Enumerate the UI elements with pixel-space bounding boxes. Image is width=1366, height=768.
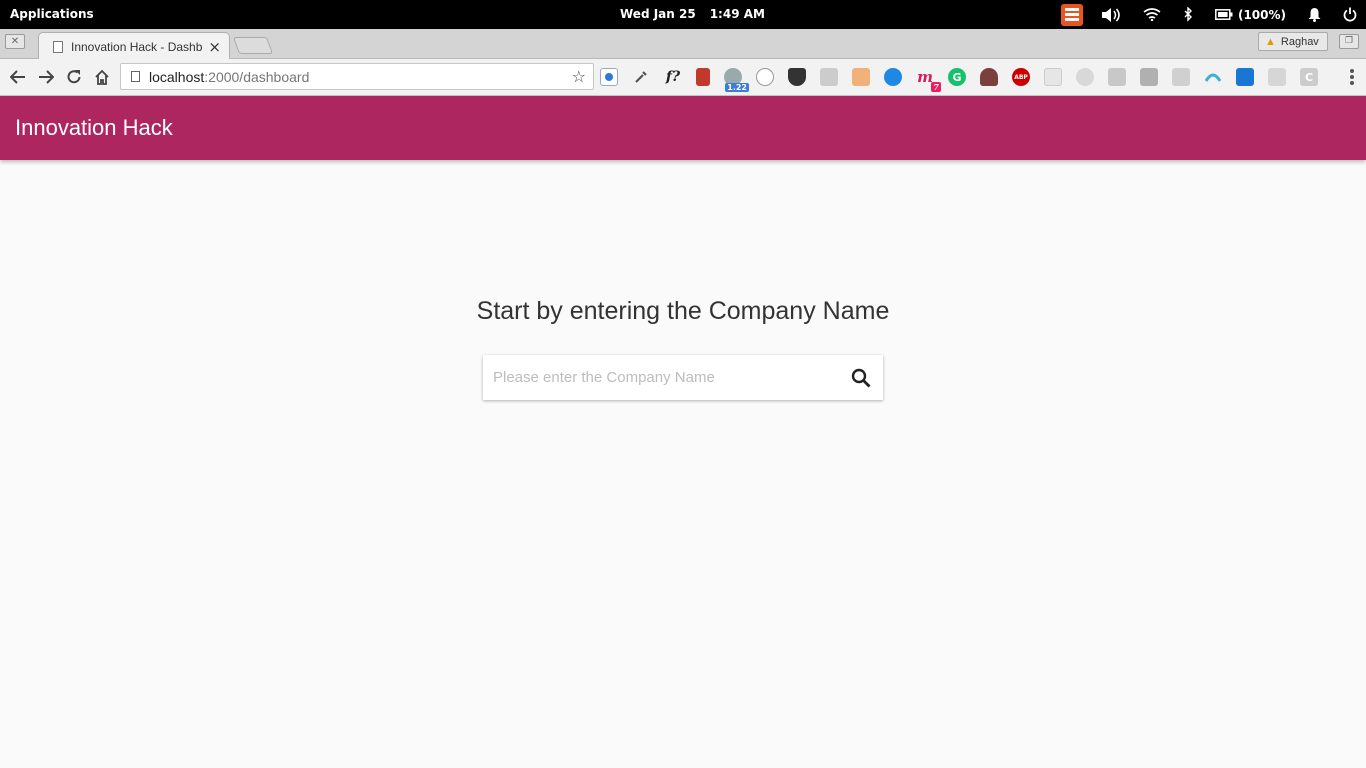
camera-icon[interactable] <box>820 68 838 86</box>
grey-extension-icon[interactable] <box>1044 68 1062 86</box>
grey-extension-icon[interactable] <box>1268 68 1286 86</box>
app-header: Innovation Hack <box>0 96 1366 160</box>
ext-1-icon[interactable] <box>600 68 618 86</box>
warning-icon: ▲ <box>1265 35 1276 48</box>
speed-icon[interactable]: 1.22 <box>724 68 749 92</box>
system-tray: (100%) <box>1060 0 1366 29</box>
blue-circle-icon[interactable] <box>884 68 902 86</box>
react-icon[interactable] <box>1076 68 1094 86</box>
m-extension-icon[interactable]: m7 <box>916 68 941 92</box>
address-bar[interactable]: localhost:2000/dashboard ☆ <box>120 63 594 90</box>
tab-title: Innovation Hack - Dashb <box>71 40 203 54</box>
notification-bell-icon[interactable] <box>1308 0 1321 29</box>
search-icon[interactable] <box>849 366 873 390</box>
fontface-icon[interactable]: f? <box>664 68 682 86</box>
reload-icon[interactable] <box>63 66 85 88</box>
page-info-icon[interactable] <box>131 71 140 82</box>
company-search-card <box>483 355 883 400</box>
wifi-icon[interactable] <box>1143 0 1161 29</box>
clock-date: Wed Jan 25 <box>620 7 696 21</box>
profile-button[interactable]: ▲ Raghav <box>1258 32 1328 51</box>
browser-menu-icon[interactable] <box>1350 69 1354 87</box>
clock-time: 1:49 AM <box>709 7 765 21</box>
window-close-button[interactable]: ✕ <box>5 34 25 49</box>
power-icon[interactable] <box>1343 0 1357 29</box>
volume-icon[interactable] <box>1101 0 1121 29</box>
face-icon[interactable] <box>852 68 870 86</box>
url-host: localhost <box>149 69 205 85</box>
tab-close-icon[interactable]: × <box>208 38 221 56</box>
new-tab-button[interactable] <box>232 37 274 54</box>
url-path: :2000/dashboard <box>204 69 310 85</box>
grey-extension-icon[interactable] <box>1108 68 1126 86</box>
rainbow-icon[interactable] <box>1204 68 1222 86</box>
system-top-bar: Applications Wed Jan 25 1:49 AM (100%) <box>0 0 1366 29</box>
browser-toolbar: localhost:2000/dashboard ☆ f? 1.22 m7 G … <box>0 59 1366 96</box>
tray-app-icon[interactable] <box>1060 3 1083 26</box>
check-icon[interactable] <box>1140 68 1158 86</box>
adblock-icon[interactable]: ABP <box>1012 68 1030 86</box>
back-arrow-icon[interactable] <box>7 66 29 88</box>
profile-name: Raghav <box>1280 35 1319 48</box>
extensions-row: f? 1.22 m7 G ABP C <box>600 67 1332 92</box>
home-icon[interactable] <box>91 66 113 88</box>
grey-extension-icon[interactable] <box>1172 68 1190 86</box>
browser-tab-strip: ✕ Innovation Hack - Dashb × ▲ Raghav ❐ <box>0 29 1366 60</box>
c-extension-icon[interactable]: C <box>1300 68 1318 86</box>
page-prompt: Start by entering the Company Name <box>476 297 890 325</box>
circle-outline-icon[interactable] <box>756 68 774 86</box>
page-icon <box>53 41 63 53</box>
grammarly-icon[interactable]: G <box>948 68 966 86</box>
window-restore-button[interactable]: ❐ <box>1339 34 1359 49</box>
forward-arrow-icon[interactable] <box>35 66 57 88</box>
app-title: Innovation Hack <box>15 115 173 140</box>
incognito-icon[interactable] <box>980 68 998 86</box>
bluetooth-icon[interactable] <box>1183 0 1193 29</box>
red-book-icon[interactable] <box>696 68 710 86</box>
browser-tab-active[interactable]: Innovation Hack - Dashb × <box>38 32 230 60</box>
clock[interactable]: Wed Jan 25 1:49 AM <box>620 7 765 21</box>
url-text: localhost:2000/dashboard <box>149 69 309 85</box>
battery-icon <box>1215 9 1233 20</box>
bookmark-star-icon[interactable]: ☆ <box>572 67 586 86</box>
eyedropper-icon[interactable] <box>632 68 650 86</box>
mail-icon[interactable] <box>1236 68 1254 86</box>
battery-indicator[interactable]: (100%) <box>1215 0 1286 29</box>
applications-menu[interactable]: Applications <box>10 7 94 21</box>
company-name-input[interactable] <box>493 365 833 389</box>
battery-percentage: (100%) <box>1237 7 1286 22</box>
pocket-icon[interactable] <box>788 68 806 86</box>
